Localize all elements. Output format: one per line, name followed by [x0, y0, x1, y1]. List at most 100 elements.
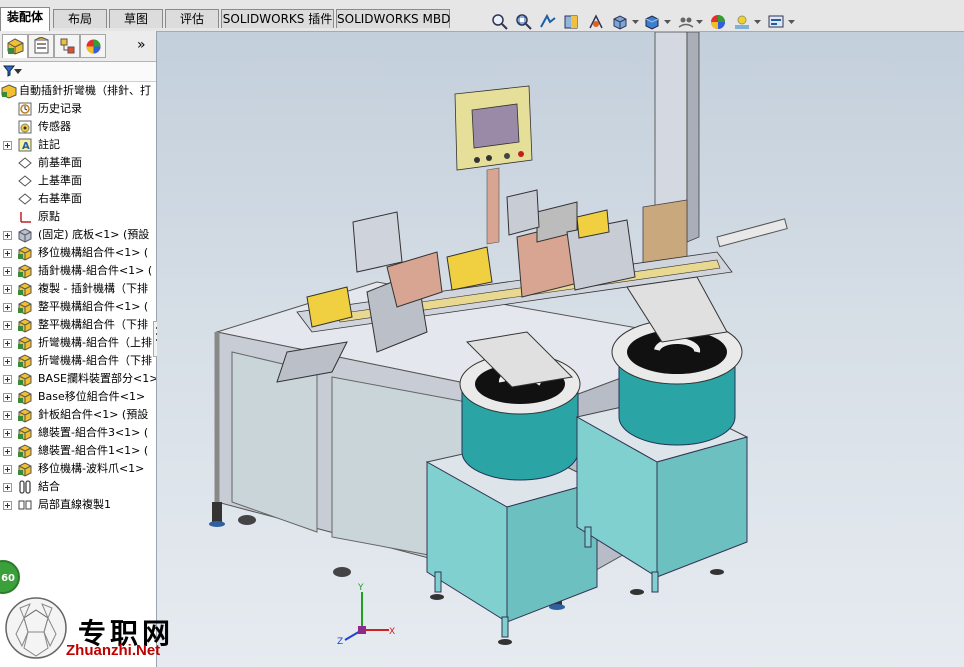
command-manager-tabs: 装配体 布局 草图 评估 SOLIDWORKS 插件 SOLIDWORKS MB…	[0, 0, 964, 32]
featuremanager-tab[interactable]	[2, 34, 28, 58]
tree-item[interactable]: BASE攔料裝置部分<1>	[0, 370, 156, 388]
tree-item[interactable]: 結合	[0, 478, 156, 496]
expand-toggle-icon[interactable]	[3, 447, 12, 456]
expand-toggle-icon[interactable]	[3, 465, 12, 474]
tree-item-label: 折彎機構-組合件（上排	[38, 336, 152, 349]
subassembly-icon	[17, 461, 33, 477]
tree-item[interactable]: 針板組合件<1> (預設	[0, 406, 156, 424]
expand-toggle-icon[interactable]	[3, 501, 12, 510]
expand-toggle-icon[interactable]	[3, 411, 12, 420]
tree-item[interactable]: 總裝置-組合件1<1> (	[0, 442, 156, 460]
tree-root-label: 自動插針折彎機（排針、打	[19, 84, 151, 97]
displaymanager-tab[interactable]	[80, 34, 106, 58]
tree-item[interactable]: 原點	[0, 208, 156, 226]
subassembly-icon	[17, 299, 33, 315]
tree-item[interactable]: 總裝置-組合件3<1> (	[0, 424, 156, 442]
assembly-model[interactable]	[157, 32, 964, 667]
tree-item-label: 传感器	[38, 120, 71, 133]
tree-root[interactable]: 自動插針折彎機（排針、打	[0, 82, 156, 100]
tree-item-label: 折彎機構-組合件（下排	[38, 354, 152, 367]
watermark-text-en: Zhuanzhi.Net	[66, 642, 161, 659]
tree-item[interactable]: 複製 - 插針機構（下排	[0, 280, 156, 298]
dynamic-annotation-icon[interactable]	[586, 12, 606, 32]
tab-sketch[interactable]: 草图	[109, 9, 163, 28]
heads-up-view-toolbar	[490, 12, 810, 34]
tree-item-label: 結合	[38, 480, 60, 493]
expand-toggle-icon[interactable]	[3, 267, 12, 276]
tree-item[interactable]: 传感器	[0, 118, 156, 136]
expand-toggle-icon[interactable]	[3, 483, 12, 492]
tree-item-label: 历史记录	[38, 102, 82, 115]
tree-item[interactable]: 插針機構-組合件<1> (	[0, 262, 156, 280]
expand-pane-button[interactable]: »	[137, 37, 151, 53]
plane-icon	[17, 191, 33, 207]
edit-appearance-icon[interactable]	[708, 12, 728, 32]
plane-icon	[17, 155, 33, 171]
expand-toggle-icon[interactable]	[3, 231, 12, 240]
tree-items: 历史记录传感器 A 註記 前基準面 上基準面右基準面原點 (固定) 底板<1> (預設移位…	[0, 100, 156, 514]
section-view-icon[interactable]	[562, 12, 582, 32]
tree-item[interactable]: 移位機構組合件<1> (	[0, 244, 156, 262]
expand-toggle-icon[interactable]	[3, 249, 12, 258]
chevron-down-icon[interactable]	[632, 18, 639, 25]
zoom-area-icon[interactable]	[514, 12, 534, 32]
tab-evaluate[interactable]: 评估	[165, 9, 219, 28]
expand-toggle-icon[interactable]	[3, 141, 12, 150]
tree-item[interactable]: 局部直線複製1	[0, 496, 156, 514]
configurationmanager-tab[interactable]	[54, 34, 80, 58]
view-orientation-icon[interactable]	[610, 12, 630, 32]
tree-item[interactable]: 整平機構組合件（下排	[0, 316, 156, 334]
expand-toggle-icon[interactable]	[3, 429, 12, 438]
tree-item[interactable]: 历史记录	[0, 100, 156, 118]
chevron-down-icon[interactable]	[788, 18, 795, 25]
display-style-icon[interactable]	[642, 12, 662, 32]
tree-item[interactable]: Base移位組合件<1>	[0, 388, 156, 406]
tree-item[interactable]: 移位機構-波料爪<1>	[0, 460, 156, 478]
chevron-down-icon[interactable]	[754, 18, 761, 25]
tab-solidworks-mbd[interactable]: SOLIDWORKS MBD	[336, 9, 450, 28]
expand-toggle-icon[interactable]	[3, 375, 12, 384]
plane-icon	[17, 173, 33, 189]
tree-item[interactable]: 折彎機構-組合件（上排	[0, 334, 156, 352]
tree-item[interactable]: 前基準面	[0, 154, 156, 172]
expand-toggle-icon[interactable]	[3, 321, 12, 330]
tab-assembly[interactable]: 装配体	[0, 7, 50, 31]
sensor-icon	[17, 119, 33, 135]
chevron-down-icon[interactable]	[14, 69, 22, 75]
tree-item-label: (固定) 底板<1> (預設	[38, 228, 150, 241]
tree-item-label: 總裝置-組合件3<1> (	[38, 426, 149, 439]
hide-show-icon[interactable]	[676, 12, 696, 32]
expand-toggle-icon[interactable]	[3, 285, 12, 294]
mates-icon	[17, 479, 33, 495]
chevron-down-icon[interactable]	[696, 18, 703, 25]
expand-toggle-icon[interactable]	[3, 339, 12, 348]
view-settings-icon[interactable]	[766, 12, 786, 32]
previous-view-icon[interactable]	[538, 12, 558, 32]
zoom-to-fit-icon[interactable]	[490, 12, 510, 32]
propertymanager-tab[interactable]	[28, 34, 54, 58]
tree-item[interactable]: (固定) 底板<1> (預設	[0, 226, 156, 244]
tab-layout[interactable]: 布局	[53, 9, 107, 28]
featuremanager-icon	[7, 38, 24, 55]
tree-item-label: 右基準面	[38, 192, 82, 205]
expand-toggle-icon[interactable]	[3, 303, 12, 312]
tree-item-label: 註記	[38, 138, 60, 151]
part-icon	[17, 227, 33, 243]
tree-item[interactable]: 上基準面	[0, 172, 156, 190]
tree-item[interactable]: 折彎機構-組合件（下排	[0, 352, 156, 370]
apply-scene-icon[interactable]	[732, 12, 752, 32]
tree-item-label: 插針機構-組合件<1> (	[38, 264, 153, 277]
tree-item[interactable]: 整平機構組合件<1> (	[0, 298, 156, 316]
feature-tree: 自動插針折彎機（排針、打 历史记录传感器 A 註記 前基準面 上基準面右基準面原點 (固定…	[0, 82, 156, 514]
linear-pattern-icon	[17, 497, 33, 513]
graphics-area[interactable]: Y X Z	[157, 32, 964, 667]
expand-toggle-icon[interactable]	[3, 357, 12, 366]
tree-item[interactable]: A 註記	[0, 136, 156, 154]
expand-toggle-icon[interactable]	[3, 393, 12, 402]
manager-tabs: »	[0, 31, 156, 62]
tree-item[interactable]: 右基準面	[0, 190, 156, 208]
tree-item-label: 整平機構組合件<1> (	[38, 300, 149, 313]
tree-filter[interactable]	[0, 62, 156, 82]
tab-solidworks-addins[interactable]: SOLIDWORKS 插件	[221, 9, 334, 28]
chevron-down-icon[interactable]	[664, 18, 671, 25]
